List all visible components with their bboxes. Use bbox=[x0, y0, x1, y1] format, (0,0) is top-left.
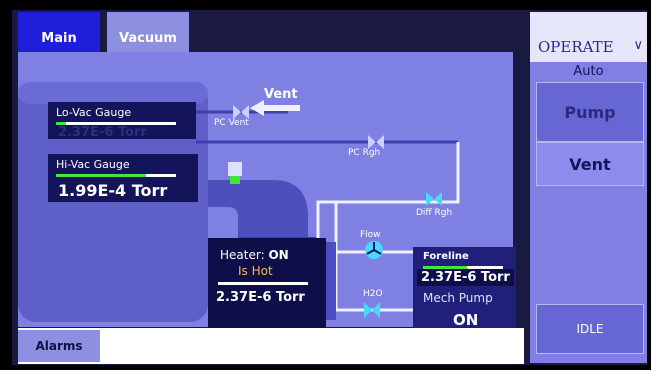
fan-icon bbox=[365, 241, 383, 259]
sensor-cap bbox=[228, 162, 242, 176]
foreline-label: Foreline bbox=[423, 251, 469, 262]
vent-arrow-label: Vent bbox=[264, 87, 298, 102]
lo-vac-gauge: Lo-Vac Gauge 2.37E-6 Torr bbox=[48, 102, 196, 140]
heater-panel: Heater: ON Is Hot 2.37E-6 Torr bbox=[208, 238, 326, 330]
lo-vac-value: 2.37E-6 Torr bbox=[58, 125, 147, 140]
heater-bar bbox=[218, 282, 308, 285]
pc-rgh-label: PC Rgh bbox=[348, 148, 381, 158]
mode-label: Auto bbox=[573, 64, 604, 79]
heater-status: Is Hot bbox=[238, 264, 273, 278]
mech-pump-label: Mech Pump bbox=[423, 291, 493, 305]
hi-vac-gauge: Hi-Vac Gauge 1.99E-4 Torr bbox=[48, 154, 198, 202]
tab-main-label: Main bbox=[41, 31, 77, 46]
tab-vacuum-label: Vacuum bbox=[119, 31, 177, 46]
diff-rgh-valve-icon[interactable] bbox=[426, 192, 442, 206]
hi-vac-value: 1.99E-4 Torr bbox=[58, 181, 168, 200]
vent-button-label: Vent bbox=[569, 154, 611, 174]
flow-label: Flow bbox=[360, 230, 381, 240]
tab-main[interactable]: Main bbox=[18, 12, 100, 52]
operate-label: OPERATE bbox=[538, 38, 614, 56]
pc-rgh-valve-icon[interactable] bbox=[368, 135, 384, 149]
lo-vac-label: Lo-Vac Gauge bbox=[56, 106, 132, 119]
foreline-value: 2.37E-6 Torr bbox=[417, 269, 514, 286]
heater-label: Heater: bbox=[220, 248, 265, 262]
screen: Main Vacuum Lo-Vac Gauge 2.37E-6 Torr Hi… bbox=[12, 10, 647, 365]
h2o-label: H2O bbox=[363, 289, 383, 299]
pc-vent-label: PC Vent bbox=[214, 118, 249, 128]
heater-pressure: 2.37E-6 Torr bbox=[216, 290, 305, 305]
sensor-led bbox=[230, 176, 240, 184]
h2o-valve-icon[interactable] bbox=[364, 302, 380, 318]
operate-menu[interactable]: OPERATE ∨ bbox=[530, 12, 647, 62]
tab-vacuum[interactable]: Vacuum bbox=[107, 12, 189, 52]
heater-row: Heater: ON bbox=[220, 248, 289, 262]
mech-pump-state: ON bbox=[453, 311, 479, 329]
elbow-pipe bbox=[208, 180, 308, 242]
operate-sidebar: OPERATE ∨ Auto Pump Vent IDLE bbox=[530, 12, 647, 363]
chamber-top bbox=[18, 82, 208, 104]
arrow-left-icon bbox=[250, 100, 300, 116]
hi-vac-label: Hi-Vac Gauge bbox=[56, 158, 130, 171]
alarms-button[interactable]: Alarms bbox=[18, 330, 100, 362]
diff-rgh-label: Diff Rgh bbox=[416, 208, 453, 218]
alarm-bar: Alarms bbox=[18, 328, 524, 364]
pump-button[interactable]: Pump bbox=[536, 82, 644, 142]
pump-button-label: Pump bbox=[564, 102, 616, 122]
foreline-panel: Foreline 2.37E-6 Torr Mech Pump ON bbox=[413, 247, 516, 331]
heater-state: ON bbox=[268, 248, 289, 262]
pc-vent-valve-icon[interactable] bbox=[233, 105, 249, 119]
idle-button[interactable]: IDLE bbox=[536, 304, 644, 354]
vent-button[interactable]: Vent bbox=[536, 142, 644, 186]
chevron-down-icon: ∨ bbox=[633, 38, 643, 53]
idle-label: IDLE bbox=[576, 322, 604, 336]
hi-vac-bar bbox=[56, 174, 176, 177]
alarms-label: Alarms bbox=[35, 339, 83, 353]
